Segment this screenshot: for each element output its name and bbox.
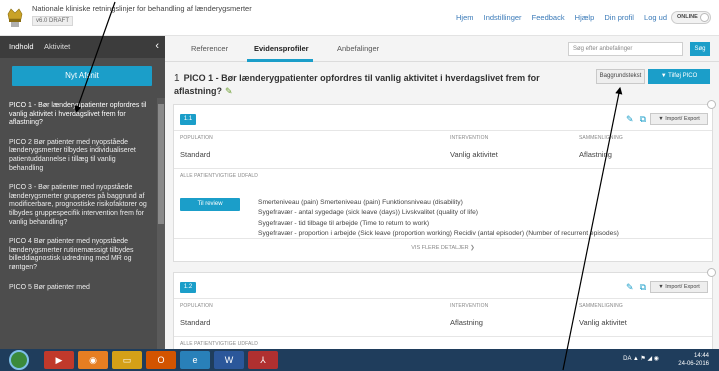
nav-profile-link[interactable]: Din profil (604, 13, 634, 22)
tray-flag-icon[interactable]: ▲ ⚑ ◢ ◉ (633, 356, 659, 362)
close-icon[interactable] (707, 268, 716, 277)
import-export-button[interactable]: ▼ Import/ Export (650, 281, 708, 293)
tab-recommendations[interactable]: Anbefalinger (337, 44, 379, 53)
pencil-edit-icon[interactable]: ✎ (626, 282, 640, 292)
tab-references[interactable]: Referencer (191, 44, 228, 53)
pdf-icon[interactable]: ⅄ (248, 351, 278, 369)
active-tab-indicator (247, 59, 313, 62)
to-review-button[interactable]: Til review (180, 198, 240, 211)
pencil-edit-icon[interactable]: ✎ (225, 86, 233, 96)
search-input[interactable]: Søg efter anbefalinger (568, 42, 683, 56)
comparison-label: SAMMENLIGNING (579, 135, 623, 141)
sidebar-item-pico-2[interactable]: PICO 2 Bør patienter med nyopståede lænd… (0, 135, 157, 180)
divider (174, 238, 712, 239)
close-icon[interactable] (707, 100, 716, 109)
outcome-line: Smerteniveau (pain) Smerteniveau (pain) … (258, 199, 463, 206)
intervention-label: INTERVENTION (450, 303, 489, 309)
tab-evidence-profiles[interactable]: Evidensprofiler (254, 44, 309, 53)
background-text-button[interactable]: Baggrundstekst (596, 69, 645, 84)
sidebar: Indhold Aktivitet ‹ Nyt Afsnit PICO 1 - … (0, 36, 165, 349)
tab-content[interactable]: Indhold (9, 42, 34, 51)
intervention-value: Aflastning (450, 318, 483, 327)
app-title: Nationale kliniske retningslinjer for be… (32, 4, 252, 13)
show-more-label: VIS FLERE DETALJER (411, 245, 469, 251)
windows-taskbar: ▶ ◉ ▭ O e W ⅄ DA ▲ ⚑ ◢ ◉ 14:44 24-06-201… (0, 349, 719, 371)
media-app-icon[interactable]: ▶ (44, 351, 74, 369)
nav-logout-link[interactable]: Log ud (644, 13, 667, 22)
sidebar-tabs: Indhold Aktivitet ‹ (0, 36, 165, 58)
clock[interactable]: 14:44 24-06-2016 (678, 352, 709, 368)
system-tray: DA ▲ ⚑ ◢ ◉ (623, 355, 659, 362)
word-icon[interactable]: W (214, 351, 244, 369)
content-tabs: Referencer Evidensprofiler Anbefalinger … (165, 36, 719, 62)
browser-icon[interactable]: e (180, 351, 210, 369)
start-button-icon[interactable] (9, 350, 29, 370)
show-more-link[interactable]: VIS FLERE DETALJER ❯ (174, 245, 712, 251)
clock-time: 14:44 (693, 353, 709, 359)
add-pico-button[interactable]: ▼ Tilføj PICO (648, 69, 710, 84)
outcomes-label: ALLE PATIENTVIGTIGE UDFALD (180, 173, 258, 179)
search-button[interactable]: Søg (690, 42, 710, 56)
comparison-value: Aflastning (579, 150, 612, 159)
sidebar-item-pico-4[interactable]: PICO 4 Bør patienter med nyopståede lænd… (0, 234, 157, 279)
folder-icon[interactable]: ▭ (112, 351, 142, 369)
nav-help-link[interactable]: Hjælp (575, 13, 595, 22)
outcomes-label: ALLE PATIENTVIGTIGE UDFALD (180, 341, 258, 347)
chevron-left-icon[interactable]: ‹ (155, 39, 159, 53)
divider (174, 130, 712, 131)
crown-logo-icon[interactable] (6, 6, 24, 28)
evidence-profile-card: 1.2 ✎⧉ ▼ Import/ Export POPULATION INTER… (173, 268, 716, 349)
divider (174, 336, 712, 337)
nav-settings-link[interactable]: Indstillinger (484, 13, 522, 22)
population-label: POPULATION (180, 135, 213, 141)
toggle-knob (700, 13, 709, 22)
language-indicator[interactable]: DA (623, 356, 631, 362)
sidebar-item-pico-5[interactable]: PICO 5 Bør patienter med (0, 280, 157, 300)
online-toggle-label: ONLINE (677, 14, 698, 20)
divider (174, 298, 712, 299)
profile-badge[interactable]: 1.1 (180, 114, 196, 125)
divider (174, 168, 712, 169)
chrome-icon[interactable]: ◉ (78, 351, 108, 369)
card-actions: ✎⧉ (626, 114, 652, 125)
outlook-icon[interactable]: O (146, 351, 176, 369)
nav-feedback-link[interactable]: Feedback (532, 13, 565, 22)
outcome-line: Sygefravær - tid tilbage til arbejde (Ti… (258, 219, 430, 227)
evidence-profile-card: 1.1 ✎⧉ ▼ Import/ Export POPULATION INTER… (173, 100, 716, 262)
import-export-button[interactable]: ▼ Import/ Export (650, 113, 708, 125)
sidebar-item-pico-3[interactable]: PICO 3 - Bør patienter med nyopståede læ… (0, 180, 157, 234)
app-header: Nationale kliniske retningslinjer for be… (0, 0, 719, 36)
clock-date: 24-06-2016 (678, 361, 709, 367)
nav-home-link[interactable]: Hjem (456, 13, 474, 22)
intervention-label: INTERVENTION (450, 135, 489, 141)
top-navigation: Hjem Indstillinger Feedback Hjælp Din pr… (448, 13, 667, 22)
population-label: POPULATION (180, 303, 213, 309)
comparison-label: SAMMENLIGNING (579, 303, 623, 309)
population-value: Standard (180, 150, 211, 159)
online-toggle[interactable]: ONLINE (671, 11, 711, 24)
intervention-value: Vanlig aktivitet (450, 150, 498, 159)
chevron-down-icon: ❯ (470, 245, 475, 251)
outcomes-list: Smerteniveau (pain) Smerteniveau (pain) … (258, 198, 708, 240)
tab-activity[interactable]: Aktivitet (44, 42, 70, 51)
outcome-line: Sygefravær - antal sygedage (sick leave … (258, 209, 479, 217)
sidebar-item-pico-1[interactable]: PICO 1 - Bør lænderygpatienter opfordres… (0, 98, 157, 135)
sidebar-scrollbar[interactable] (157, 98, 165, 349)
new-section-button[interactable]: Nyt Afsnit (12, 66, 152, 86)
pencil-edit-icon[interactable]: ✎ (626, 114, 640, 124)
main-content: Referencer Evidensprofiler Anbefalinger … (165, 36, 719, 349)
pico-number: 1 (174, 73, 180, 84)
pico-list: PICO 1 - Bør lænderygpatienter opfordres… (0, 98, 157, 299)
profile-badge[interactable]: 1.2 (180, 282, 196, 293)
pico-heading: 1 PICO 1 - Bør lænderygpatienter opfordre… (174, 72, 554, 98)
comparison-value: Vanlig aktivitet (579, 318, 627, 327)
scrollbar-thumb[interactable] (158, 104, 164, 224)
version-badge: v6.0 DRAFT (32, 16, 74, 26)
card-actions: ✎⧉ (626, 282, 652, 293)
population-value: Standard (180, 318, 211, 327)
